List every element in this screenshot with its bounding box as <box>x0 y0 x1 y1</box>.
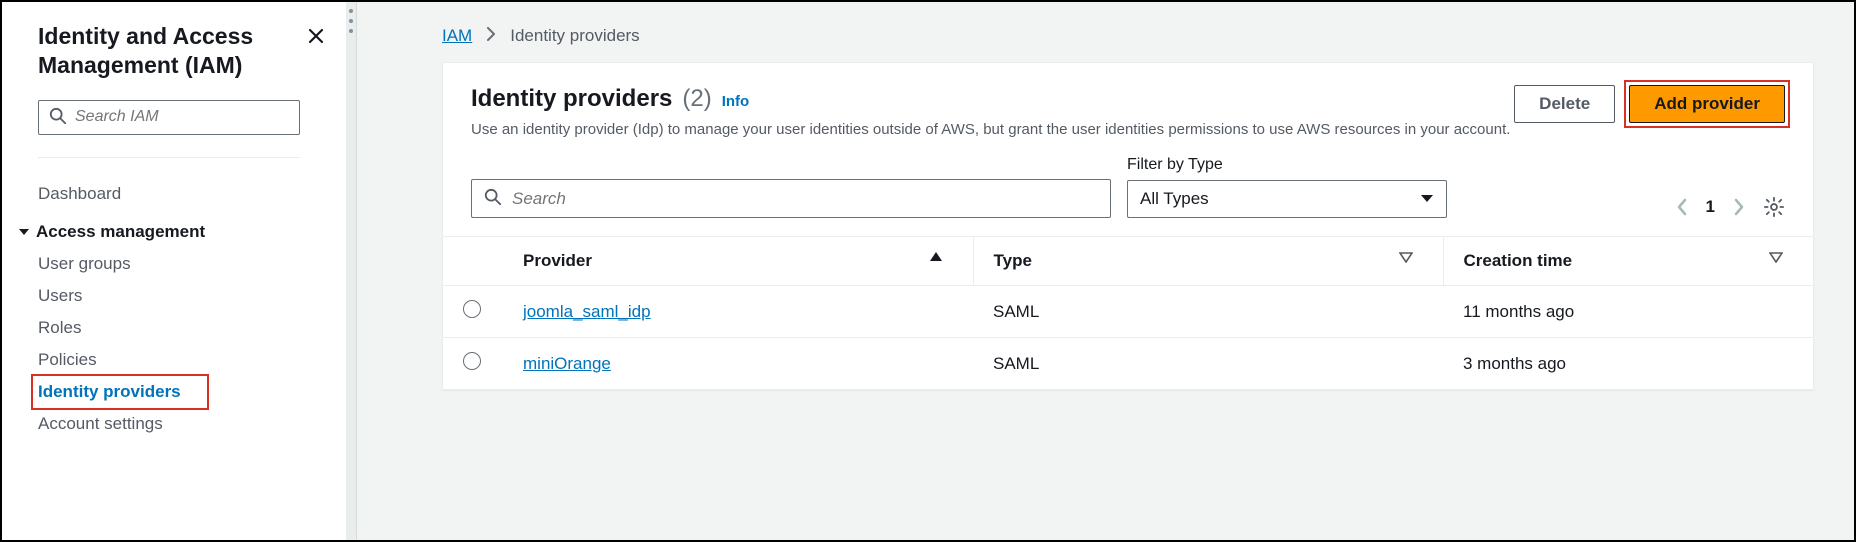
sort-asc-icon <box>929 251 943 263</box>
search-icon <box>484 188 502 209</box>
pagination: 1 <box>1676 196 1785 218</box>
row-creation: 3 months ago <box>1443 338 1813 390</box>
add-provider-button[interactable]: Add provider <box>1629 85 1785 123</box>
divider <box>38 157 300 158</box>
nav-user-groups[interactable]: User groups <box>38 248 326 280</box>
nav-dashboard[interactable]: Dashboard <box>38 176 326 212</box>
caret-down-icon <box>18 226 30 238</box>
nav-identity-providers[interactable]: Identity providers <box>38 376 181 408</box>
info-link[interactable]: Info <box>722 93 750 110</box>
row-radio[interactable] <box>463 300 481 318</box>
nav-section-label: Access management <box>36 222 205 242</box>
table-search[interactable] <box>471 179 1111 218</box>
chevron-right-icon <box>486 26 496 46</box>
row-radio[interactable] <box>463 352 481 370</box>
row-creation: 11 months ago <box>1443 286 1813 338</box>
row-type: SAML <box>973 338 1443 390</box>
nav-section-access-management[interactable]: Access management <box>18 212 326 248</box>
nav-users[interactable]: Users <box>38 280 326 312</box>
breadcrumb: IAM Identity providers <box>357 2 1854 62</box>
providers-table: Provider Type Creation tim <box>443 236 1813 389</box>
table-search-input[interactable] <box>512 189 1098 209</box>
filter-type-select[interactable]: All Types <box>1127 180 1447 218</box>
page-number: 1 <box>1706 197 1715 217</box>
sidebar: Identity and Access Management (IAM) Das… <box>2 2 357 540</box>
breadcrumb-root[interactable]: IAM <box>442 26 472 46</box>
delete-button[interactable]: Delete <box>1514 85 1615 123</box>
sort-neutral-icon <box>1399 251 1413 263</box>
sidebar-search-input[interactable] <box>75 108 289 126</box>
page-prev-button[interactable] <box>1676 198 1688 216</box>
panel-count: (2) <box>682 85 711 113</box>
grip-icon <box>348 6 354 36</box>
resize-handle[interactable] <box>346 2 356 540</box>
col-header-creation-label: Creation time <box>1464 251 1573 270</box>
panel-title: Identity providers <box>471 85 672 113</box>
search-icon <box>49 107 67 128</box>
main-content: IAM Identity providers Identity provider… <box>357 2 1854 540</box>
nav-roles[interactable]: Roles <box>38 312 326 344</box>
row-type: SAML <box>973 286 1443 338</box>
col-header-creation[interactable]: Creation time <box>1443 237 1813 286</box>
col-header-type[interactable]: Type <box>973 237 1443 286</box>
close-icon[interactable] <box>306 22 326 50</box>
settings-button[interactable] <box>1763 196 1785 218</box>
page-next-button[interactable] <box>1733 198 1745 216</box>
caret-down-icon <box>1420 189 1434 209</box>
col-header-provider-label: Provider <box>523 251 592 270</box>
panel: Identity providers (2) Info Use an ident… <box>442 62 1814 390</box>
breadcrumb-current: Identity providers <box>510 26 639 46</box>
col-header-type-label: Type <box>994 251 1032 270</box>
provider-link[interactable]: joomla_saml_idp <box>523 302 651 321</box>
sidebar-search[interactable] <box>38 100 300 135</box>
sort-neutral-icon <box>1769 251 1783 263</box>
sidebar-title: Identity and Access Management (IAM) <box>38 22 306 80</box>
provider-link[interactable]: miniOrange <box>523 354 611 373</box>
col-header-provider[interactable]: Provider <box>503 237 973 286</box>
filter-selected-value: All Types <box>1140 189 1209 209</box>
nav-policies[interactable]: Policies <box>38 344 326 376</box>
table-row: joomla_saml_idp SAML 11 months ago <box>443 286 1813 338</box>
table-row: miniOrange SAML 3 months ago <box>443 338 1813 390</box>
nav-account-settings[interactable]: Account settings <box>38 408 326 440</box>
panel-description: Use an identity provider (Idp) to manage… <box>471 121 1510 138</box>
filter-label: Filter by Type <box>1127 156 1447 174</box>
